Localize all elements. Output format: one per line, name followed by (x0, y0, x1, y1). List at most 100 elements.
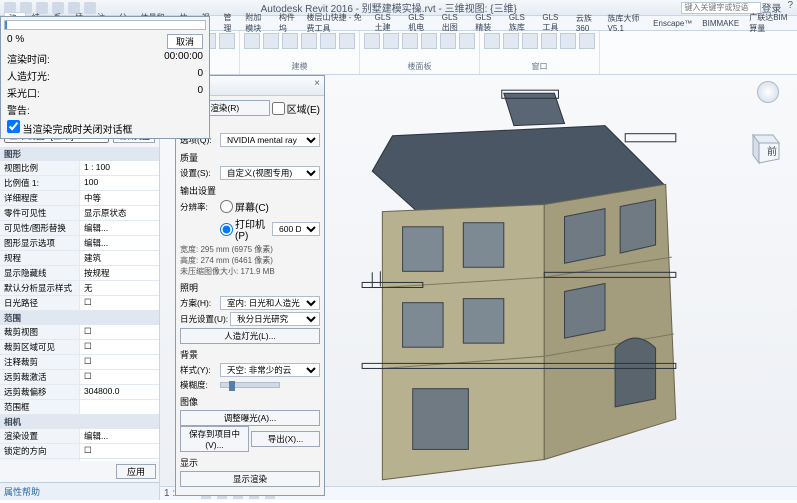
ribbon-tab[interactable]: 云族360 (572, 13, 602, 33)
property-key: 锁定的方向 (0, 444, 80, 458)
property-category[interactable]: 相机 (0, 415, 159, 429)
property-key: 可见性/图形替换 (0, 221, 80, 235)
property-value[interactable]: 按规程 (80, 266, 159, 280)
ribbon-button-icon[interactable] (219, 33, 235, 49)
property-value[interactable] (80, 400, 159, 414)
close-when-done-checkbox[interactable] (7, 120, 20, 133)
engine-select[interactable]: NVIDIA mental ray (220, 133, 320, 147)
property-row[interactable]: 日光路径☐ (0, 296, 159, 311)
ribbon-button-icon[interactable] (402, 33, 418, 49)
ribbon-button-icon[interactable] (459, 33, 475, 49)
property-value[interactable]: 中等 (80, 191, 159, 205)
ribbon-button-icon[interactable] (301, 33, 317, 49)
ribbon-tab[interactable]: GLS精装 (471, 13, 503, 33)
property-key: 图形显示选项 (0, 236, 80, 250)
property-row[interactable]: 视图比例1 : 100 (0, 161, 159, 176)
ribbon-button-icon[interactable] (320, 33, 336, 49)
ribbon-button-icon[interactable] (522, 33, 538, 49)
ribbon-tab[interactable]: GLS出图 (438, 13, 470, 33)
property-row[interactable]: 规程建筑 (0, 251, 159, 266)
ribbon-button-icon[interactable] (484, 33, 500, 49)
property-value[interactable]: ☐ (80, 325, 159, 339)
property-row[interactable]: 锁定的方向☐ (0, 444, 159, 459)
ribbon-button-icon[interactable] (263, 33, 279, 49)
property-row[interactable]: 渲染设置编辑... (0, 429, 159, 444)
property-value[interactable]: 编辑... (80, 429, 159, 443)
ribbon-tab[interactable]: 族库大师V5.1 (604, 13, 648, 33)
ribbon-tab[interactable]: GLS工具 (538, 13, 570, 33)
ribbon-button-icon[interactable] (244, 33, 260, 49)
property-value[interactable]: 无 (80, 281, 159, 295)
property-row[interactable]: 详细程度中等 (0, 191, 159, 206)
haze-slider[interactable] (220, 382, 280, 388)
ribbon-button-icon[interactable] (421, 33, 437, 49)
ribbon-button-icon[interactable] (503, 33, 519, 49)
property-key: 日光路径 (0, 296, 80, 310)
sun-setting-select[interactable]: 秋分日光研究 (230, 312, 320, 326)
property-key: 渲染设置 (0, 429, 80, 443)
property-category[interactable]: 范围 (0, 311, 159, 325)
ribbon-button-icon[interactable] (541, 33, 557, 49)
ribbon-button-icon[interactable] (579, 33, 595, 49)
progress-bar (4, 20, 206, 30)
ribbon-button-icon[interactable] (339, 33, 355, 49)
ribbon-tab[interactable]: GLS机电 (404, 13, 436, 33)
property-value[interactable]: 304800.0 (80, 385, 159, 399)
property-value[interactable]: 编辑... (80, 236, 159, 250)
property-row[interactable]: 比例值 1:100 (0, 176, 159, 191)
quality-select[interactable]: 自定义(视图专用) (220, 166, 320, 180)
property-value[interactable]: ☐ (80, 370, 159, 384)
properties-help-link[interactable]: 属性帮助 (0, 482, 159, 500)
property-value[interactable]: 编辑... (80, 221, 159, 235)
property-row[interactable]: 范围框 (0, 400, 159, 415)
property-category[interactable]: 图形 (0, 147, 159, 161)
property-row[interactable]: 远剪裁激活☐ (0, 370, 159, 385)
property-row[interactable]: 远剪裁偏移304800.0 (0, 385, 159, 400)
property-row[interactable]: 可见性/图形替换编辑... (0, 221, 159, 236)
property-row[interactable]: 裁剪区域可见☐ (0, 340, 159, 355)
nav-wheel-icon[interactable] (757, 81, 779, 103)
property-value[interactable]: 1 : 100 (80, 161, 159, 175)
property-row[interactable]: 注释裁剪☐ (0, 355, 159, 370)
ribbon-button-icon[interactable] (383, 33, 399, 49)
property-value[interactable]: 建筑 (80, 251, 159, 265)
property-grid[interactable]: 图形视图比例1 : 100比例值 1:100详细程度中等零件可见性显示原状态可见… (0, 147, 159, 461)
show-render-button[interactable]: 显示渲染 (180, 471, 320, 487)
apply-button[interactable]: 应用 (116, 464, 156, 479)
lighting-scheme-select[interactable]: 室内: 日光和人造光 (220, 296, 320, 310)
ribbon-tab[interactable]: GLS族库 (505, 13, 537, 33)
ribbon-tab[interactable]: 广联达BIM算量 (745, 12, 793, 34)
view-cube[interactable]: 前 (743, 127, 783, 167)
property-value[interactable]: 100 (80, 176, 159, 190)
ribbon-button-icon[interactable] (364, 33, 380, 49)
adjust-exposure-button[interactable]: 调整曝光(A)... (180, 410, 320, 426)
property-value[interactable]: ☐ (80, 340, 159, 354)
close-icon[interactable]: × (314, 78, 320, 93)
ribbon-tab[interactable]: BIMMAKE (698, 19, 743, 28)
ribbon-button-icon[interactable] (282, 33, 298, 49)
property-row[interactable]: 图形显示选项编辑... (0, 236, 159, 251)
property-key: 零件可见性 (0, 206, 80, 220)
dpi-select[interactable]: 600 DPI (272, 222, 320, 236)
property-row[interactable]: 裁剪视图☐ (0, 325, 159, 340)
printer-radio[interactable] (220, 223, 233, 236)
screen-radio[interactable] (220, 200, 233, 213)
region-checkbox[interactable] (272, 102, 285, 115)
property-row[interactable]: 默认分析显示样式无 (0, 281, 159, 296)
export-button[interactable]: 导出(X)... (251, 431, 320, 447)
property-value[interactable]: ☐ (80, 296, 159, 310)
property-value[interactable]: ☐ (80, 444, 159, 458)
ribbon-tab[interactable]: GLS土建 (371, 13, 403, 33)
background-style-select[interactable]: 天空: 非常少的云 (220, 363, 320, 377)
ribbon-button-icon[interactable] (560, 33, 576, 49)
property-key: 规程 (0, 251, 80, 265)
save-to-project-button[interactable]: 保存到项目中(V)... (180, 426, 249, 452)
property-row[interactable]: 显示隐藏线按规程 (0, 266, 159, 281)
property-row[interactable]: 零件可见性显示原状态 (0, 206, 159, 221)
property-value[interactable]: ☐ (80, 355, 159, 369)
artificial-lights-button[interactable]: 人造灯光(L)... (180, 328, 320, 344)
property-value[interactable]: 显示原状态 (80, 206, 159, 220)
ribbon-button-icon[interactable] (440, 33, 456, 49)
ribbon-tab[interactable]: Enscape™ (649, 19, 696, 28)
cancel-button[interactable]: 取消 (167, 34, 203, 49)
